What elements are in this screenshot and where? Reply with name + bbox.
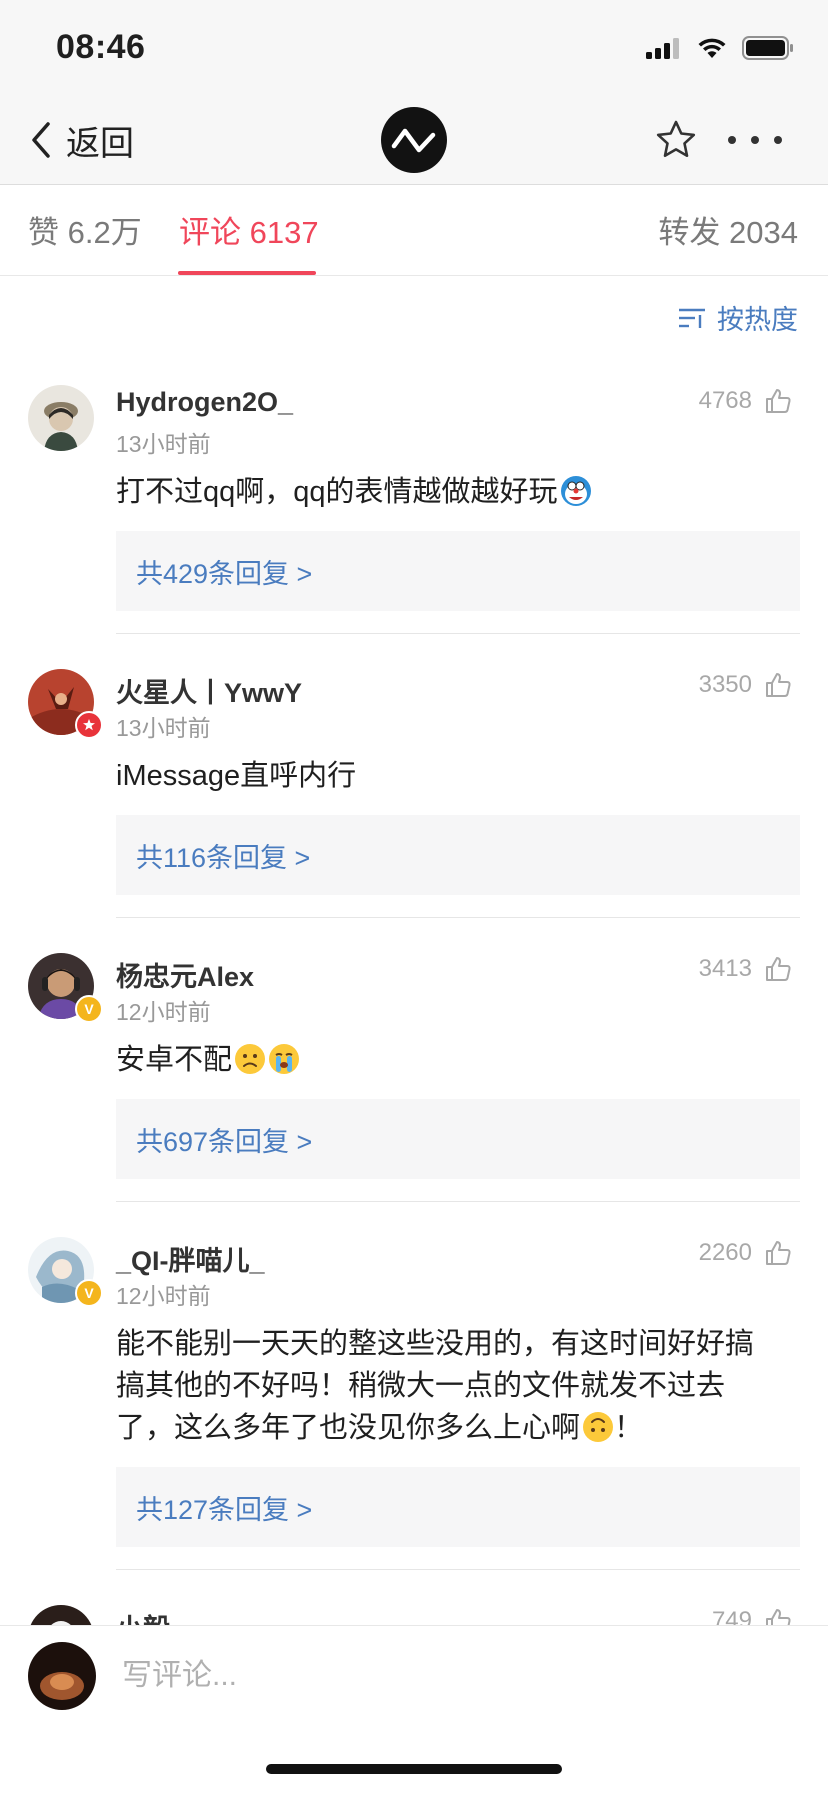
comment-time: 12小时前 xyxy=(116,1283,211,1309)
comment-username[interactable]: Hydrogen2O_ xyxy=(116,387,293,418)
status-bar: 08:46 xyxy=(0,0,828,96)
thumbs-up-icon xyxy=(766,1241,791,1265)
replies-count: 共127条回复 > xyxy=(136,1494,313,1525)
chevron-left-icon xyxy=(32,122,50,158)
replies-count: 共697条回复 > xyxy=(136,1126,313,1157)
like-button[interactable]: 3413 xyxy=(699,955,792,983)
sort-icon xyxy=(679,308,705,328)
doraemon-emoji xyxy=(560,476,591,506)
divider xyxy=(116,1201,800,1202)
comment-text-body: 安卓不配 xyxy=(116,1044,233,1076)
comment-text: 打不过qq啊，qq的表情越做越好玩 xyxy=(116,471,796,513)
comment-time: 12小时前 xyxy=(116,999,211,1025)
like-button[interactable]: 4768 xyxy=(699,387,792,415)
like-button[interactable]: 2260 xyxy=(699,1239,792,1267)
more-dot-icon xyxy=(728,136,736,144)
star-icon xyxy=(656,120,696,157)
star-badge-icon xyxy=(83,719,95,731)
comment-text-line: 能不能别一天天的整这些没用的，有这时间好好搞 xyxy=(116,1328,755,1360)
status-icons xyxy=(646,36,794,60)
replies-count: 共429条回复 > xyxy=(136,558,313,589)
view-replies-button[interactable]: 共429条回复 > xyxy=(116,531,800,611)
tab-reposts[interactable]: 转发 2034 xyxy=(658,207,798,252)
active-tab-indicator xyxy=(178,271,316,275)
thumbs-up-icon xyxy=(766,957,791,981)
thumbs-up-icon xyxy=(766,673,791,697)
more-options-button[interactable] xyxy=(728,118,782,162)
view-replies-button[interactable]: 共127条回复 > xyxy=(116,1467,800,1547)
app-logo[interactable] xyxy=(381,107,447,173)
favorite-button[interactable] xyxy=(654,118,698,162)
sort-label: 按热度 xyxy=(717,305,798,335)
cellular-signal-icon xyxy=(646,38,679,59)
view-replies-button[interactable]: 共116条回复 > xyxy=(116,815,800,895)
tab-comments[interactable]: 评论 6137 xyxy=(179,207,319,252)
comment-text-line: 搞其他的不好吗！稍微大一点的文件就发不过去 xyxy=(116,1370,726,1402)
verified-badge xyxy=(75,711,103,739)
more-dot-icon xyxy=(751,136,759,144)
like-count: 4768 xyxy=(698,387,752,414)
verified-badge: V xyxy=(75,1279,103,1307)
comment-text-segment: 了，这么多年了也没见你多么上心啊 xyxy=(116,1412,581,1444)
comment-input[interactable] xyxy=(122,1646,782,1706)
like-count: 2260 xyxy=(698,1239,752,1266)
comment-text: iMessage直呼内行 xyxy=(116,755,796,797)
home-indicator[interactable] xyxy=(266,1764,562,1774)
comment-text: 安卓不配 xyxy=(116,1039,796,1081)
divider xyxy=(116,917,800,918)
sort-by-hot-button[interactable]: 按热度 xyxy=(677,298,798,337)
verified-badge: V xyxy=(75,995,103,1023)
comment-username[interactable]: 火星人丨YwwY xyxy=(116,671,302,710)
comment-time: 13小时前 xyxy=(116,715,211,741)
comment-text-body: 打不过qq啊，qq的表情越做越好玩 xyxy=(116,476,558,508)
wifi-icon xyxy=(698,38,726,58)
comment-text: 能不能别一天天的整这些没用的，有这时间好好搞 搞其他的不好吗！稍微大一点的文件就… xyxy=(116,1323,796,1449)
comment-text-segment: ！ xyxy=(614,1412,644,1444)
tab-bar: 赞 6.2万 评论 6137 转发 2034 xyxy=(0,185,828,276)
like-count: 3350 xyxy=(698,671,752,698)
back-button[interactable]: 返回 xyxy=(30,114,134,166)
comment-username[interactable]: _QI-胖喵儿_ xyxy=(116,1239,265,1278)
like-button[interactable]: 3350 xyxy=(699,671,792,699)
tab-likes[interactable]: 赞 6.2万 xyxy=(28,207,142,252)
crying-face-emoji xyxy=(269,1044,300,1074)
back-label: 返回 xyxy=(66,124,134,163)
comment-text-body: iMessage直呼内行 xyxy=(116,760,357,792)
current-user-avatar[interactable] xyxy=(28,1642,96,1710)
view-replies-button[interactable]: 共697条回复 > xyxy=(116,1099,800,1179)
like-count: 3413 xyxy=(698,955,752,982)
avatar[interactable] xyxy=(28,385,94,451)
divider xyxy=(116,1569,800,1570)
status-time: 08:46 xyxy=(56,28,146,66)
replies-count: 共116条回复 > xyxy=(136,842,311,873)
divider xyxy=(116,633,800,634)
upside-down-face-emoji xyxy=(583,1412,614,1442)
activity-pulse-icon xyxy=(391,128,436,153)
thumbs-up-icon xyxy=(766,389,791,413)
comment-text-line: 了，这么多年了也没见你多么上心啊 ！ xyxy=(116,1407,796,1449)
sad-face-emoji xyxy=(235,1044,266,1074)
more-dot-icon xyxy=(774,136,782,144)
battery-icon xyxy=(742,36,793,60)
nav-bar: 返回 xyxy=(0,96,828,185)
comment-username[interactable]: 杨忠元Alex xyxy=(116,955,254,994)
comment-time: 13小时前 xyxy=(116,431,211,457)
